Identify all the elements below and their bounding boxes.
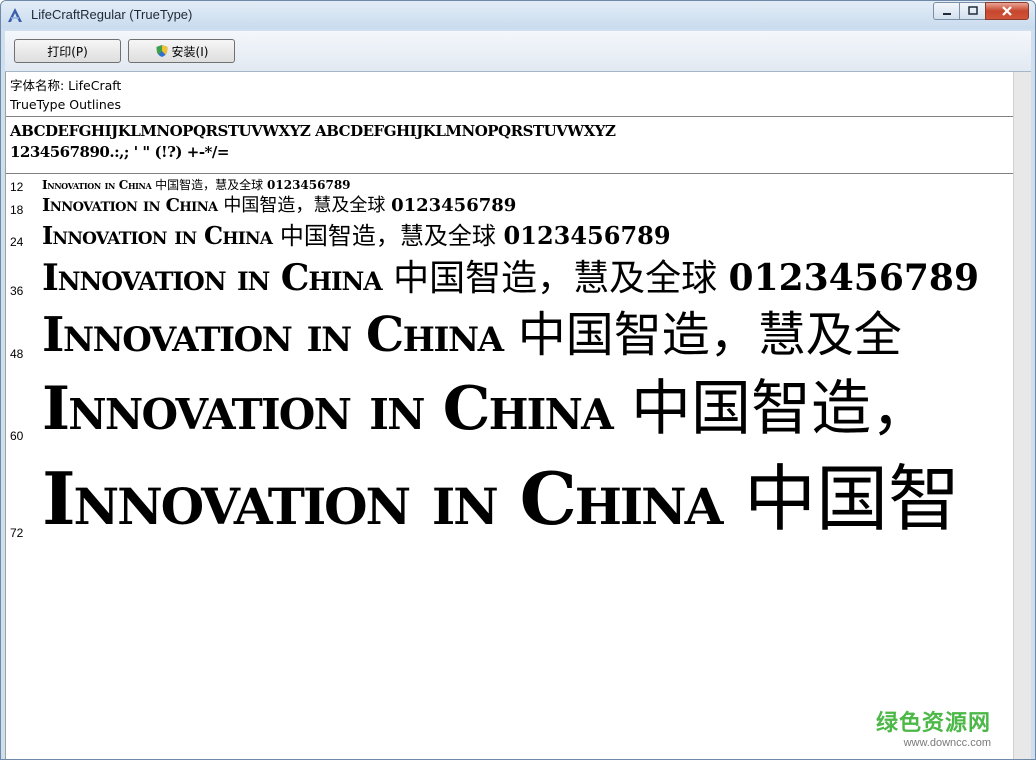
- sample-cjk: 中国智造，慧及全球: [279, 222, 496, 250]
- vertical-scrollbar[interactable]: [1013, 72, 1031, 759]
- charset-symbols: 1234567890.:,; ' " (!?) +-*/=: [10, 143, 229, 161]
- sample-line-48: 48 Innovation in China 中国智造，慧及全: [6, 307, 1013, 371]
- sample-latin: Innovation in China: [42, 456, 723, 541]
- title-bar[interactable]: LifeCraftRegular (TrueType): [1, 1, 1035, 29]
- caption-buttons: [933, 2, 1029, 21]
- uac-shield-icon: [156, 45, 168, 57]
- sample-line-24: 24 Innovation in China 中国智造，慧及全球 0123456…: [6, 221, 1013, 255]
- size-label: 48: [10, 347, 24, 361]
- font-info: 字体名称: LifeCraft TrueType Outlines: [10, 76, 121, 114]
- font-name-line: 字体名称: LifeCraft: [10, 78, 122, 93]
- sample-digits: 0123456789: [503, 221, 671, 250]
- minimize-icon: [942, 13, 951, 15]
- sample-text: Innovation in China 中国智造，: [42, 379, 931, 439]
- install-button-label: 安装(I): [171, 44, 209, 59]
- font-preview-area: 字体名称: LifeCraft TrueType Outlines ABCDEF…: [5, 72, 1013, 759]
- watermark-main: 绿色资源网: [875, 711, 991, 736]
- size-label: 36: [10, 284, 24, 298]
- sample-line-12: 12 Innovation in China 中国智造，慧及全球 0123456…: [6, 177, 1013, 195]
- sample-latin: Innovation in China: [42, 374, 614, 444]
- sample-digits: 0123456789: [267, 178, 351, 192]
- size-label: 72: [10, 526, 24, 540]
- maximize-button[interactable]: [959, 2, 985, 20]
- size-label: 12: [10, 180, 24, 194]
- sample-text: Innovation in China 中国智造，慧及全: [42, 311, 902, 359]
- toolbar: 打印(P) 安装(I): [5, 31, 1031, 72]
- sample-latin: Innovation in China: [42, 178, 152, 192]
- sample-line-18: 18 Innovation in China 中国智造，慧及全球 0123456…: [6, 195, 1013, 221]
- sample-latin: Innovation in China: [42, 195, 218, 216]
- sample-latin: Innovation in China: [42, 307, 504, 363]
- sample-text: Innovation in China 中国智造，慧及全球 0123456789: [42, 197, 516, 215]
- print-button-label: 打印(P): [47, 44, 88, 59]
- watermark-url: www.downcc.com: [903, 737, 991, 749]
- sample-text: Innovation in China 中国智造，慧及全球 0123456789: [42, 260, 979, 297]
- sample-cjk: 中国智造，: [630, 374, 931, 444]
- sample-line-36: 36 Innovation in China 中国智造，慧及全球 0123456…: [6, 256, 1013, 306]
- print-button[interactable]: 打印(P): [14, 39, 121, 63]
- sample-cjk: 中国智造，慧及全球: [223, 195, 386, 216]
- close-icon: [1002, 6, 1012, 16]
- sample-digits: 0123456789: [391, 195, 517, 216]
- sample-cjk: 中国智造，慧及全球: [155, 178, 264, 192]
- sample-latin: Innovation in China: [42, 221, 273, 250]
- window-title: LifeCraftRegular (TrueType): [31, 7, 193, 22]
- sample-cjk: 中国智造，慧及全: [517, 307, 902, 363]
- size-label: 60: [10, 429, 24, 443]
- divider-charset: [6, 173, 1013, 174]
- sample-digits: 0123456789: [728, 257, 980, 299]
- sample-text: Innovation in China 中国智造，慧及全球 0123456789: [42, 179, 351, 191]
- font-app-icon: [8, 8, 22, 22]
- charset-letters: ABCDEFGHIJKLMNOPQRSTUVWXYZ ABCDEFGHIJKLM…: [10, 122, 616, 140]
- size-label: 18: [10, 203, 24, 217]
- install-button[interactable]: 安装(I): [128, 39, 235, 63]
- close-button[interactable]: [985, 2, 1029, 20]
- minimize-button[interactable]: [933, 2, 959, 20]
- font-viewer-window: LifeCraftRegular (TrueType) 打印(P) 安装(I): [0, 0, 1036, 760]
- sample-latin: Innovation in China: [42, 257, 383, 299]
- sample-line-60: 60 Innovation in China 中国智造，: [6, 372, 1013, 454]
- sample-text: Innovation in China 中国智造，慧及全球 0123456789: [42, 221, 671, 250]
- sample-line-72: 72 Innovation in China 中国智: [6, 455, 1013, 553]
- sample-cjk: 中国智造，慧及全球: [393, 258, 718, 299]
- sample-cjk: 中国智: [744, 457, 961, 541]
- watermark: 绿色资源网 www.downcc.com: [876, 705, 991, 749]
- font-type-line: TrueType Outlines: [10, 97, 121, 112]
- maximize-icon: [967, 6, 978, 15]
- sample-text: Innovation in China 中国智: [42, 463, 960, 536]
- divider-info: [6, 116, 1013, 117]
- size-label: 24: [10, 235, 24, 249]
